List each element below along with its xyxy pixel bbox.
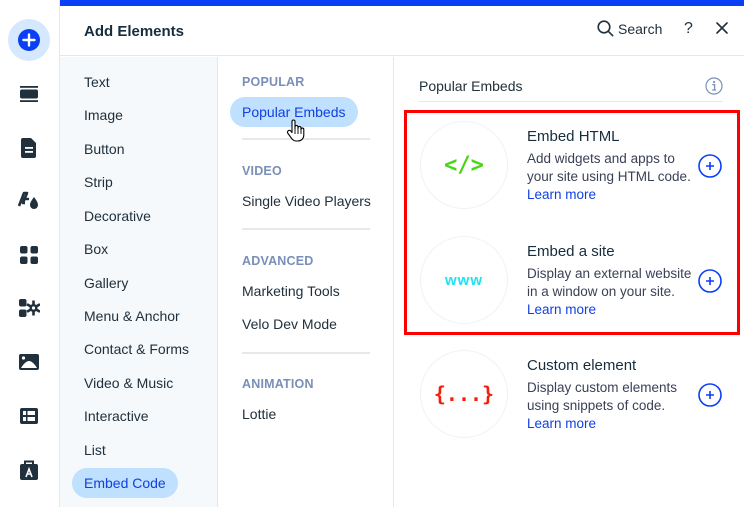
- subcategory-popular-embeds[interactable]: Popular Embeds: [230, 97, 358, 127]
- category-image[interactable]: Image: [72, 100, 135, 130]
- www-icon: www: [420, 236, 508, 324]
- card-title: Embed a site: [527, 243, 615, 260]
- curly-braces-icon: {...}: [420, 350, 508, 438]
- card-title: Custom element: [527, 357, 637, 374]
- strip-layout-icon: [20, 86, 38, 102]
- category-list[interactable]: List: [72, 435, 118, 465]
- section-title-popular: POPULAR: [242, 75, 305, 89]
- rail-cms-button[interactable]: [8, 395, 50, 437]
- rail-portfolio-button[interactable]: [8, 449, 50, 491]
- content-panel: Popular Embeds </> Embed HTML Add widget…: [395, 57, 744, 507]
- theme-design-icon: [17, 191, 38, 209]
- subcategory-lottie[interactable]: Lottie: [230, 399, 288, 429]
- search-label: Search: [618, 20, 663, 37]
- section-title-video: VIDEO: [242, 164, 282, 178]
- page-icon: [21, 138, 36, 158]
- category-button[interactable]: Button: [72, 134, 136, 164]
- learn-more-link[interactable]: Learn more: [527, 302, 596, 317]
- section-title-advanced: ADVANCED: [242, 254, 314, 268]
- subcategory-single-video-players[interactable]: Single Video Players: [230, 186, 383, 216]
- embed-site-card[interactable]: www Embed a site Display an external web…: [419, 236, 739, 336]
- card-title: Embed HTML: [527, 128, 620, 145]
- content-title: Popular Embeds: [419, 78, 523, 94]
- add-circle-icon: [698, 269, 722, 293]
- category-embed-code[interactable]: Embed Code: [72, 468, 178, 498]
- info-icon: [705, 77, 723, 95]
- add-custom-element-button[interactable]: [698, 383, 722, 412]
- section-title-animation: ANIMATION: [242, 377, 314, 391]
- category-strip[interactable]: Strip: [72, 167, 125, 197]
- code-tag-icon: </>: [420, 121, 508, 209]
- rail-design-button[interactable]: [8, 180, 50, 222]
- rail-media-button[interactable]: [8, 341, 50, 383]
- search-button[interactable]: Search: [597, 20, 662, 37]
- left-toolbar: [0, 0, 60, 507]
- search-icon: [597, 20, 614, 37]
- app-market-icon: [19, 299, 40, 317]
- subcategory-velo-dev-mode[interactable]: Velo Dev Mode: [230, 309, 349, 339]
- rail-apps-button[interactable]: [8, 234, 50, 276]
- apps-grid-icon: [20, 246, 38, 264]
- panel-header: Add Elements Search ?: [60, 6, 744, 56]
- portfolio-briefcase-icon: [20, 460, 38, 480]
- close-button[interactable]: [715, 21, 729, 40]
- rail-sections-button[interactable]: [8, 73, 50, 115]
- category-contact-forms[interactable]: Contact & Forms: [72, 334, 201, 364]
- content-title-divider: [419, 101, 723, 102]
- section-divider: [242, 228, 370, 230]
- category-gallery[interactable]: Gallery: [72, 268, 140, 298]
- subcategory-marketing-tools[interactable]: Marketing Tools: [230, 276, 352, 306]
- category-interactive[interactable]: Interactive: [72, 401, 161, 431]
- learn-more-link[interactable]: Learn more: [527, 187, 596, 202]
- category-text[interactable]: Text: [72, 67, 122, 97]
- card-description: Display an external website in a window …: [527, 266, 692, 317]
- section-divider: [242, 352, 370, 354]
- add-icon: [18, 29, 40, 51]
- category-menu-anchor[interactable]: Menu & Anchor: [72, 301, 192, 331]
- learn-more-link[interactable]: Learn more: [527, 416, 596, 431]
- add-embed-site-button[interactable]: [698, 269, 722, 298]
- rail-app-market-button[interactable]: [8, 287, 50, 329]
- custom-element-card[interactable]: {...} Custom element Display custom elem…: [419, 350, 739, 450]
- category-decorative[interactable]: Decorative: [72, 201, 163, 231]
- add-embed-html-button[interactable]: [698, 154, 722, 183]
- category-video-music[interactable]: Video & Music: [72, 368, 185, 398]
- card-description: Add widgets and apps to your site using …: [527, 151, 691, 202]
- subcategory-list: POPULAR Popular Embeds VIDEO Single Vide…: [218, 57, 394, 507]
- close-icon: [716, 22, 728, 34]
- help-button[interactable]: ?: [684, 20, 693, 38]
- category-box[interactable]: Box: [72, 234, 120, 264]
- embed-html-card[interactable]: </> Embed HTML Add widgets and apps to y…: [419, 121, 739, 221]
- media-image-icon: [19, 354, 39, 370]
- category-list: Text Image Button Strip Decorative Box G…: [60, 57, 218, 507]
- rail-pages-button[interactable]: [8, 127, 50, 169]
- panel-title: Add Elements: [84, 23, 185, 40]
- rail-add-button[interactable]: [8, 19, 50, 61]
- cms-table-icon: [20, 408, 38, 424]
- add-circle-icon: [698, 154, 722, 178]
- add-circle-icon: [698, 383, 722, 407]
- section-divider: [242, 138, 370, 140]
- info-button[interactable]: [705, 77, 723, 100]
- card-description: Display custom elements using snippets o…: [527, 380, 678, 431]
